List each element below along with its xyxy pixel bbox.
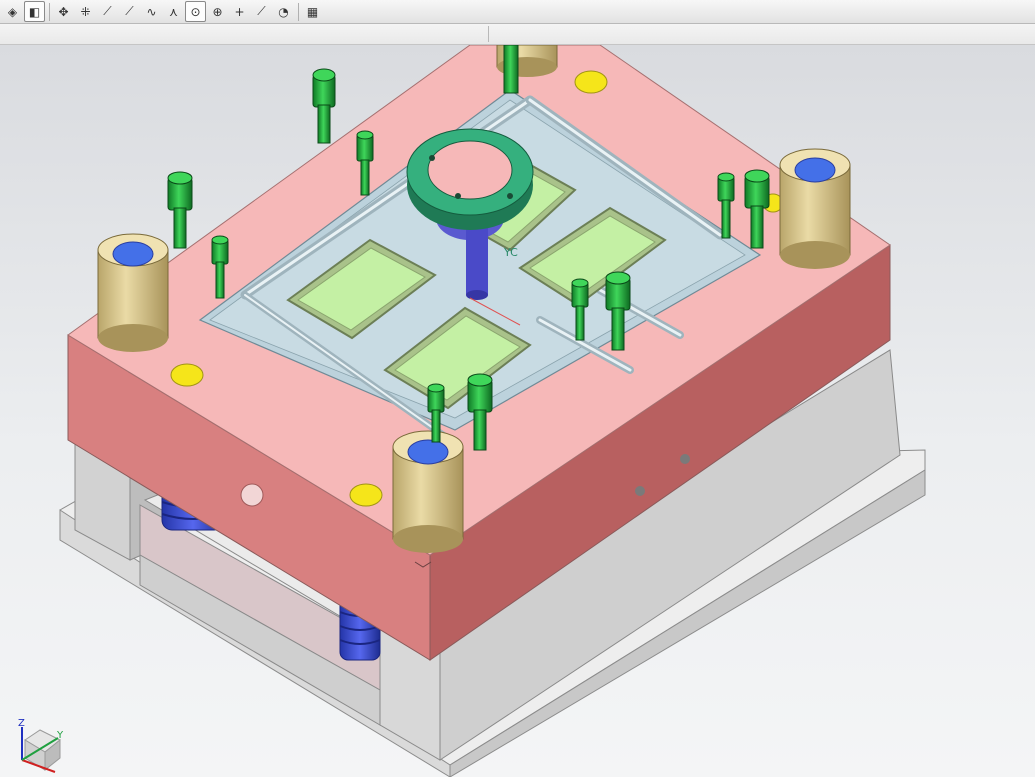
locating-ring (406, 128, 534, 230)
control-point-icon[interactable]: ∿ (141, 1, 162, 22)
render-style-icon[interactable]: ◈ (2, 1, 23, 22)
plate-hole-small (635, 486, 645, 496)
toolbar-divider (488, 26, 489, 42)
point-on-face-icon[interactable]: ◔ (273, 1, 294, 22)
view-cube-icon[interactable]: ◧ (24, 1, 45, 22)
graphics-viewport[interactable]: YC Z Y (0, 45, 1035, 777)
toolbar-separator (49, 2, 50, 21)
toolbar-separator (298, 2, 299, 21)
y-axis-label: Y (56, 730, 64, 741)
guide-bushing-front-left (97, 233, 169, 352)
arc-center-icon[interactable]: ⊙ (185, 1, 206, 22)
main-toolbar: ◈ ◧ ✥ ⁜ ⟋ ⟋ ∿ ⋏ ⊙ ⊕ + ⟋ ◔ ▦ (0, 0, 1035, 24)
quadrant-point-icon[interactable]: ⊕ (207, 1, 228, 22)
existing-point-icon[interactable]: + (229, 1, 250, 22)
plate-hole-small (680, 454, 690, 464)
wcs-triad: Z Y (18, 718, 64, 773)
snap-points-icon[interactable]: ✥ (53, 1, 74, 22)
grid-snap-icon[interactable]: ▦ (302, 1, 323, 22)
guide-bushing-back-right (779, 148, 851, 269)
plate-hole (240, 483, 264, 507)
mold-assembly-model[interactable]: YC Z Y (0, 45, 1035, 777)
endpoint-snap-icon[interactable]: ⟋ (97, 1, 118, 22)
intersection-icon[interactable]: ⋏ (163, 1, 184, 22)
wcs-label: YC (503, 246, 518, 259)
midpoint-snap-icon[interactable]: ⟋ (119, 1, 140, 22)
secondary-toolbar (0, 24, 1035, 45)
point-on-curve-icon[interactable]: ⁜ (75, 1, 96, 22)
guide-bushing-front (392, 430, 464, 553)
point-on-curve-snap-icon[interactable]: ⟋ (251, 1, 272, 22)
z-axis-label: Z (18, 718, 25, 729)
